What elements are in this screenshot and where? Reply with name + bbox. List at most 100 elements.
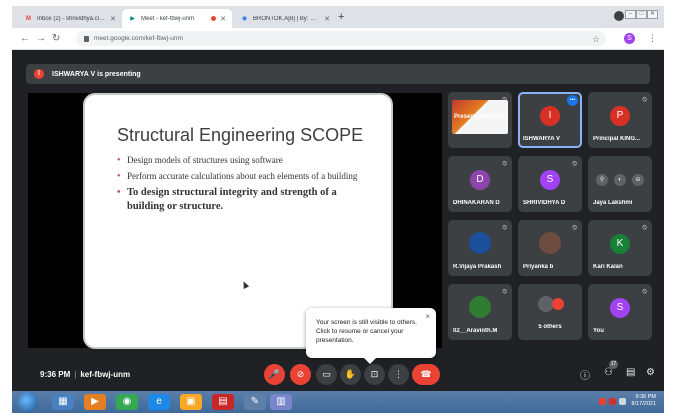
participant-name: Kari Kalan (593, 264, 623, 270)
address-bar[interactable]: meet.google.com/kef-fbwj-unm (76, 31, 606, 46)
avatar: K (610, 234, 630, 254)
clock-time: 9:36 PM (635, 394, 656, 400)
meeting-info-separator: | (74, 370, 77, 379)
mic-off-icon: ⦸ (502, 96, 507, 103)
mic-toggle-button[interactable]: 🎤 (264, 364, 285, 385)
mic-off-icon: ⦸ (572, 224, 577, 231)
lock-icon (84, 35, 89, 42)
participant-photo (539, 232, 561, 254)
meeting-code: kef-fbwj-unm (80, 370, 131, 379)
meeting-details-icon[interactable]: ⓘ (580, 367, 590, 382)
tab-title: Meet - kef-fbwj-unm (141, 15, 195, 22)
participant-tile-jaya[interactable]: ⚲ ◐ ⊖ Jaya Lakshmi (588, 156, 652, 212)
participant-tile-vijaya[interactable]: ⦸ R.Vijaya Prakash (448, 220, 512, 276)
paint-icon[interactable]: ✎ (244, 394, 266, 410)
participant-tile-others[interactable]: 5 others (518, 284, 582, 340)
internet-explorer-icon[interactable]: e (148, 394, 170, 410)
tab-brontok[interactable]: ◉ BRONTOK.A[8] | By: HVM31 -- Ja ✕ (234, 9, 336, 28)
mute-icon[interactable]: ◐ (614, 174, 626, 186)
participant-name: R.Vijaya Prakash (453, 264, 502, 270)
participant-tile-presentation[interactable]: ⦸ Presentation (You) (448, 92, 512, 148)
bookmark-star-icon[interactable]: ☆ (592, 34, 600, 45)
remove-icon[interactable]: ⊖ (632, 174, 644, 186)
mic-off-icon: ⦸ (502, 160, 507, 167)
gmail-icon: M (26, 15, 31, 22)
slide-bullet: Perform accurate calculations about each… (117, 170, 373, 183)
app-icon[interactable]: ▥ (270, 394, 292, 410)
reload-icon[interactable]: ↻ (52, 33, 60, 44)
start-button[interactable] (18, 392, 38, 412)
network-icon[interactable] (619, 398, 626, 405)
speaking-indicator-icon: ••• (567, 95, 578, 106)
participant-tile-principal[interactable]: P ⦸ Principal KING... (588, 92, 652, 148)
avatar: S (610, 298, 630, 318)
maximize-icon[interactable]: □ (636, 10, 647, 19)
forward-arrow-icon[interactable]: → (36, 33, 46, 44)
slide-bullets: Design models of structures using softwa… (117, 154, 373, 214)
screen-visible-popup: × Your screen is still visible to others… (306, 308, 436, 364)
tray-icon[interactable] (609, 398, 616, 405)
close-popup-icon[interactable]: × (425, 312, 430, 321)
more-options-button[interactable]: ⋮ (388, 364, 409, 385)
tab-gmail[interactable]: M Inbox (2) - shrividhya.civil@kingst ✕ (18, 9, 122, 28)
participant-tile-aravinth[interactable]: ⦸ 02__Aravinth.M (448, 284, 512, 340)
close-tab-icon[interactable]: ✕ (220, 15, 226, 23)
present-button[interactable]: ⊡ (364, 364, 385, 385)
media-control-icon[interactable] (614, 11, 624, 21)
presenting-banner: ! ISHWARYA V is presenting (26, 64, 650, 84)
pin-icon[interactable]: ⚲ (596, 174, 608, 186)
participant-name: 02__Aravinth.M (453, 328, 498, 334)
avatar: D (470, 170, 490, 190)
participant-name: You (593, 328, 604, 334)
meeting-info: 9:36 PM | kef-fbwj-unm (40, 370, 130, 379)
avatar: S (540, 170, 560, 190)
back-arrow-icon[interactable]: ← (20, 33, 30, 44)
camera-toggle-button[interactable]: ⊘ (290, 364, 311, 385)
avatar: I (540, 106, 560, 126)
virus-icon: ◉ (241, 16, 248, 22)
raise-hand-button[interactable]: ✋ (340, 364, 361, 385)
participant-photo (552, 298, 564, 310)
participant-name: SHRIVIDHYA D (523, 200, 566, 206)
new-tab-button[interactable]: + (338, 11, 344, 23)
participant-tile-ishwarya[interactable]: I ••• ISHWARYA V (518, 92, 582, 148)
close-tab-icon[interactable]: ✕ (110, 15, 116, 23)
participant-tile-shrividhya[interactable]: S ⦸ SHRIVIDHYA D (518, 156, 582, 212)
participant-name: Jaya Lakshmi (593, 200, 633, 206)
window-controls: – □ ✕ (625, 10, 658, 19)
participant-photo (469, 296, 491, 318)
browser-tab-strip: M Inbox (2) - shrividhya.civil@kingst ✕ … (12, 6, 664, 28)
participant-tile-you[interactable]: S ⦸ You (588, 284, 652, 340)
slide-bullet: Design models of structures using softwa… (117, 154, 373, 167)
profile-avatar[interactable]: S (624, 33, 635, 44)
tray-icon[interactable] (599, 398, 606, 405)
mic-off-icon: ⦸ (572, 160, 577, 167)
tab-title: BRONTOK.A[8] | By: HVM31 -- Ja (253, 15, 320, 22)
chrome-icon[interactable]: ◉ (116, 394, 138, 410)
pdf-icon[interactable]: ▤ (212, 394, 234, 410)
chat-icon[interactable]: ▤ (626, 367, 635, 378)
activities-icon[interactable]: ⚙ (646, 367, 655, 378)
leave-call-button[interactable]: ☎ (412, 364, 440, 385)
participant-tile-dhinakaran[interactable]: D ⦸ DHINAKARAN D (448, 156, 512, 212)
participant-name: Priyanka b (523, 264, 554, 270)
browser-toolbar: ← → ↻ meet.google.com/kef-fbwj-unm ☆ S ⋮ (12, 28, 664, 50)
participant-name: Presentation (You) (454, 114, 507, 120)
participant-tile-kari[interactable]: K ⦸ Kari Kalan (588, 220, 652, 276)
media-player-icon[interactable]: ▶ (84, 394, 106, 410)
clock[interactable]: 9:36 PM 8/17/2021 (632, 394, 656, 408)
folder-icon[interactable]: ▣ (180, 394, 202, 410)
mic-off-icon: ⦸ (642, 288, 647, 295)
mic-off-icon: ⦸ (502, 224, 507, 231)
recording-indicator-icon (211, 16, 217, 21)
minimize-icon[interactable]: – (625, 10, 636, 19)
captions-button[interactable]: ▭ (316, 364, 337, 385)
mic-off-icon: ⦸ (642, 224, 647, 231)
close-tab-icon[interactable]: ✕ (324, 15, 330, 23)
explorer-icon[interactable]: ▦ (52, 394, 74, 410)
participant-tile-priyanka[interactable]: ⦸ Priyanka b (518, 220, 582, 276)
tab-meet[interactable]: ▶ Meet - kef-fbwj-unm ✕ (122, 9, 232, 28)
browser-menu-icon[interactable]: ⋮ (648, 33, 657, 44)
tab-title: Inbox (2) - shrividhya.civil@kingst (37, 15, 106, 22)
close-window-icon[interactable]: ✕ (647, 10, 658, 19)
